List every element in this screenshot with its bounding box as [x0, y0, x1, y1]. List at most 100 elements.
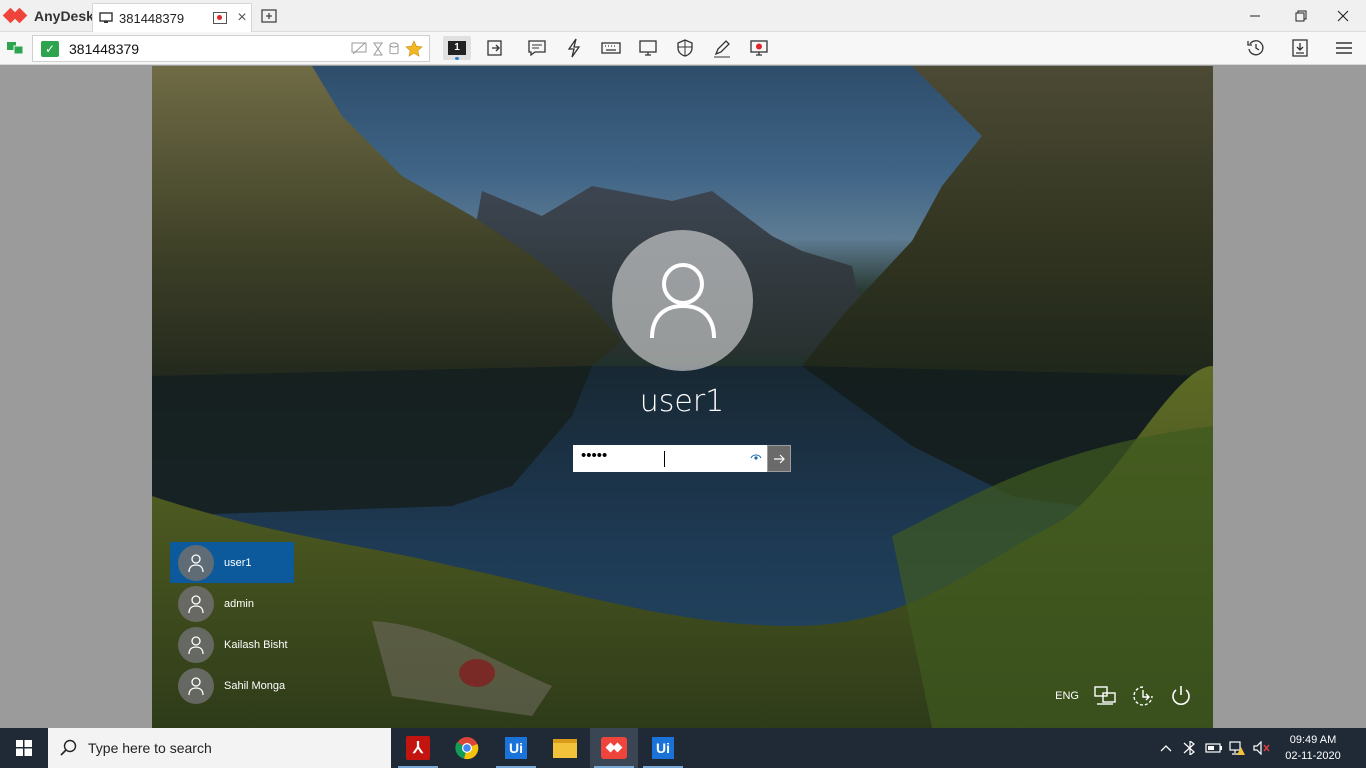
switch-sides-icon	[487, 40, 502, 56]
search-placeholder: Type here to search	[88, 740, 212, 756]
show-hidden-icons-chevron-icon[interactable]	[1154, 728, 1178, 768]
user-avatar	[178, 585, 214, 622]
minimize-button[interactable]	[1232, 0, 1278, 32]
ease-of-access-icon[interactable]	[1131, 684, 1155, 708]
keyboard-button[interactable]	[597, 36, 625, 60]
user-list-item[interactable]: Kailash Bisht	[170, 624, 294, 665]
acrobat-icon: ⅄	[406, 736, 430, 760]
submit-arrow-button[interactable]	[767, 445, 791, 472]
start-button[interactable]	[0, 728, 48, 768]
record-session-icon	[750, 40, 768, 56]
uipath-robot-taskbar-button[interactable]: Ui	[639, 728, 687, 768]
connection-status-icon[interactable]	[6, 40, 24, 56]
anydesk-icon	[601, 737, 627, 759]
system-clock[interactable]: 09:49 AM 02-11-2020	[1274, 732, 1352, 764]
battery-icon[interactable]	[1202, 728, 1226, 768]
text-caret	[664, 450, 665, 467]
history-button[interactable]	[1242, 36, 1270, 60]
chrome-icon	[455, 737, 479, 760]
user-list-item[interactable]: admin	[170, 583, 294, 624]
remote-desktop-view[interactable]: user1 ••••• user1 admin Kailash Bisht Sa…	[152, 66, 1213, 728]
user-name: admin	[224, 597, 254, 610]
anydesk-taskbar-button[interactable]	[590, 728, 638, 768]
arrow-right-icon	[774, 454, 785, 463]
acrobat-taskbar-button[interactable]: ⅄	[394, 728, 442, 768]
chat-button[interactable]	[523, 36, 551, 60]
network-warning-icon[interactable]	[1226, 728, 1250, 768]
search-icon	[60, 739, 77, 756]
taskbar-search-box[interactable]: Type here to search	[48, 728, 391, 768]
user-avatar	[178, 626, 214, 663]
system-tray: 09:49 AM 02-11-2020	[1154, 728, 1366, 768]
user-name: user1	[224, 556, 252, 569]
session-tab[interactable]: 381448379 ×	[92, 3, 252, 32]
file-explorer-icon	[553, 738, 577, 758]
uipath-icon: Ui	[505, 737, 527, 759]
windows-taskbar: Type here to search ⅄ Ui Ui 09:49 AM 02-…	[0, 728, 1366, 768]
password-input[interactable]: •••••	[575, 447, 664, 470]
monitor-1-button[interactable]: 1	[443, 36, 471, 60]
volume-muted-icon[interactable]	[1250, 728, 1274, 768]
database-icon[interactable]	[389, 42, 399, 56]
permissions-button[interactable]	[671, 36, 699, 60]
hamburger-menu-icon	[1336, 42, 1352, 54]
no-display-icon[interactable]	[351, 42, 367, 56]
main-menu-button[interactable]	[1330, 36, 1358, 60]
chat-icon	[528, 40, 546, 57]
close-window-button[interactable]	[1320, 0, 1366, 32]
reveal-password-icon[interactable]	[745, 452, 767, 465]
new-tab-icon[interactable]	[260, 7, 278, 25]
user-list-item[interactable]: user1	[170, 542, 294, 583]
whiteboard-button[interactable]	[708, 36, 736, 60]
tab-close-icon[interactable]: ×	[233, 9, 251, 27]
power-icon[interactable]	[1169, 684, 1193, 708]
restore-button[interactable]	[1278, 0, 1324, 32]
actions-button[interactable]	[560, 36, 588, 60]
anydesk-brand[interactable]: AnyDesk	[2, 6, 94, 26]
history-icon	[1247, 40, 1264, 56]
uipath-studio-taskbar-button[interactable]: Ui	[492, 728, 540, 768]
clock-time: 09:49 AM	[1289, 734, 1337, 746]
network-icon[interactable]	[1093, 684, 1117, 708]
brand-name: AnyDesk	[34, 8, 94, 24]
hourglass-icon[interactable]	[373, 42, 383, 56]
shield-icon	[677, 39, 693, 57]
user-name: Kailash Bisht	[224, 638, 288, 651]
recording-icon[interactable]	[213, 12, 227, 24]
display-icon	[639, 40, 657, 56]
user-name: Sahil Monga	[224, 679, 286, 692]
anydesk-toolbar: ✓ 381448379 1	[0, 32, 1366, 65]
download-button[interactable]	[1286, 36, 1314, 60]
download-icon	[1292, 39, 1308, 57]
pen-icon	[714, 40, 730, 58]
language-indicator[interactable]: ENG	[1055, 690, 1079, 702]
show-desktop-button[interactable]	[1352, 728, 1366, 768]
user-avatar	[178, 667, 214, 704]
address-text[interactable]: 381448379	[69, 41, 351, 57]
clock-date: 02-11-2020	[1285, 750, 1341, 762]
keyboard-icon	[601, 42, 621, 54]
user-switch-list: user1 admin Kailash Bisht Sahil Monga	[170, 542, 294, 706]
password-field[interactable]: •••••	[573, 445, 791, 472]
verified-check-icon: ✓	[41, 40, 59, 57]
uipath-icon: Ui	[652, 737, 674, 759]
favorite-star-icon[interactable]	[405, 39, 423, 58]
minimize-icon	[1250, 15, 1260, 17]
file-explorer-taskbar-button[interactable]	[541, 728, 589, 768]
user-silhouette-icon	[650, 263, 716, 338]
address-bar[interactable]: ✓ 381448379	[32, 35, 430, 62]
lightning-icon	[567, 38, 581, 58]
user-list-item[interactable]: Sahil Monga	[170, 665, 294, 706]
restore-icon	[1295, 10, 1307, 22]
tab-label: 381448379	[119, 10, 185, 26]
close-icon	[1337, 10, 1349, 22]
user-avatar	[178, 544, 214, 581]
record-button[interactable]	[745, 36, 773, 60]
switch-sides-button[interactable]	[481, 36, 509, 60]
monitor-number: 1	[448, 41, 466, 55]
windows-logo-icon	[16, 740, 32, 756]
current-user-avatar	[612, 230, 753, 371]
bluetooth-devices-icon[interactable]	[1178, 728, 1202, 768]
chrome-taskbar-button[interactable]	[443, 728, 491, 768]
display-button[interactable]	[634, 36, 662, 60]
